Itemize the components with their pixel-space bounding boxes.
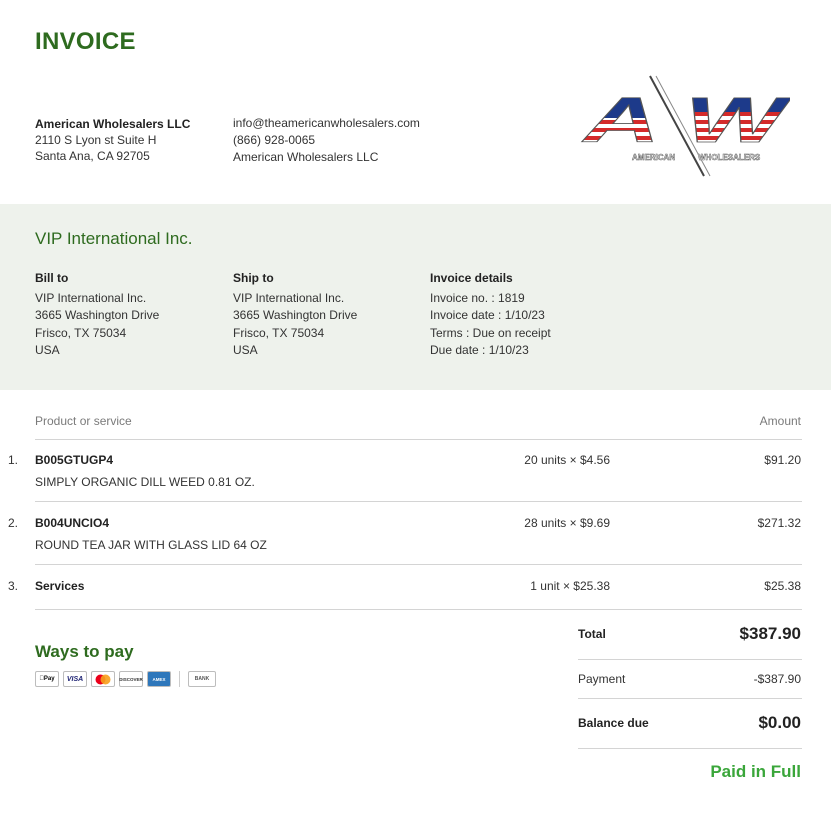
- invoice-details: Invoice details Invoice no. : 1819 Invoi…: [430, 270, 551, 360]
- summary-divider: [578, 659, 802, 660]
- ways-to-pay-title: Ways to pay: [35, 642, 134, 661]
- visa-icon: VISA: [63, 671, 87, 687]
- row-amount: $271.32: [757, 516, 801, 530]
- invoice-terms: Terms : Due on receipt: [430, 325, 551, 340]
- discover-icon: DISCOVER: [119, 671, 143, 687]
- ship-to-name: VIP International Inc.: [233, 290, 345, 305]
- summary-divider: [578, 748, 802, 749]
- row-amount: $91.20: [764, 453, 801, 467]
- ship-to-country: USA: [233, 343, 258, 357]
- seller-phone: (866) 928-0065: [233, 133, 316, 147]
- payment-methods: Pay VISA DISCOVER AMEX BANK: [35, 671, 216, 687]
- ship-to-label: Ship to: [233, 271, 274, 285]
- column-header-amount: Amount: [759, 414, 801, 428]
- row-quantity: 20 units × $4.56: [524, 453, 610, 467]
- mastercard-icon: [91, 671, 115, 687]
- svg-text:A W: A W: [581, 84, 790, 156]
- bill-to-name: VIP International Inc.: [35, 290, 147, 305]
- header-divider: [35, 439, 802, 440]
- client-name: VIP International Inc.: [35, 229, 193, 248]
- logo-tagline-left: AMERICAN: [632, 153, 675, 162]
- ship-to: Ship to VIP International Inc. 3665 Wash…: [233, 270, 357, 360]
- apple-pay-icon: Pay: [35, 671, 59, 687]
- payment-label: Payment: [578, 672, 626, 686]
- bank-icon: BANK: [188, 671, 216, 687]
- ship-to-street: 3665 Washington Drive: [233, 308, 358, 322]
- bill-to: Bill to VIP International Inc. 3665 Wash…: [35, 270, 159, 360]
- invoice-date: Invoice date : 1/10/23: [430, 308, 545, 322]
- table-bottom-divider: [35, 609, 802, 610]
- row-sku: B005GTUGP4: [35, 453, 114, 467]
- invoice-title: INVOICE: [35, 28, 136, 55]
- row-sku: B004UNCIO4: [35, 516, 110, 530]
- amex-icon: AMEX: [147, 671, 171, 687]
- row-amount: $25.38: [764, 579, 801, 593]
- invoice-details-label: Invoice details: [430, 271, 513, 285]
- payment-separator: [179, 671, 180, 687]
- row-divider: [35, 564, 802, 565]
- row-number: 3.: [8, 579, 19, 593]
- seller-address: American Wholesalers LLC 2110 S Lyon st …: [35, 116, 190, 164]
- invoice-due-date: Due date : 1/10/23: [430, 343, 529, 357]
- paid-status: Paid in Full: [710, 762, 801, 781]
- seller-email: info@theamericanwholesalers.com: [233, 116, 420, 130]
- row-number: 2.: [8, 516, 19, 530]
- bill-to-label: Bill to: [35, 271, 69, 285]
- bill-to-country: USA: [35, 343, 60, 357]
- total-label: Total: [578, 627, 606, 641]
- column-header-product: Product or service: [35, 414, 132, 428]
- summary-divider: [578, 698, 802, 699]
- client-section: VIP International Inc. Bill to VIP Inter…: [0, 204, 831, 390]
- row-description: SIMPLY ORGANIC DILL WEED 0.81 OZ.: [35, 475, 255, 489]
- row-sku: Services: [35, 579, 85, 593]
- logo-tagline-right: WHOLESALERS: [698, 153, 761, 162]
- row-quantity: 28 units × $9.69: [524, 516, 610, 530]
- mastercard-circles-icon: [95, 674, 111, 684]
- seller-name: American Wholesalers LLC: [35, 117, 191, 131]
- row-number: 1.: [8, 453, 19, 467]
- company-logo: A W A W AMERICAN WHOLESALERS: [580, 72, 792, 180]
- row-divider: [35, 501, 802, 502]
- balance-due-value: $0.00: [758, 713, 801, 732]
- row-description: ROUND TEA JAR WITH GLASS LID 64 OZ: [35, 538, 267, 552]
- payment-value: -$387.90: [753, 672, 801, 686]
- bill-to-city: Frisco, TX 75034: [35, 325, 127, 340]
- aw-logo-icon: A W A W AMERICAN WHOLESALERS: [580, 75, 792, 177]
- bill-to-street: 3665 Washington Drive: [35, 308, 160, 322]
- apple-pay-label: Pay: [41, 676, 55, 682]
- seller-contact: info@theamericanwholesalers.com (866) 92…: [233, 115, 420, 166]
- row-quantity: 1 unit × $25.38: [530, 579, 610, 593]
- ship-to-city: Frisco, TX 75034: [233, 325, 325, 340]
- total-value: $387.90: [739, 624, 801, 643]
- balance-due-label: Balance due: [578, 716, 649, 730]
- seller-address-line2: Santa Ana, CA 92705: [35, 149, 150, 163]
- seller-address-line1: 2110 S Lyon st Suite H: [35, 133, 157, 147]
- invoice-number: Invoice no. : 1819: [430, 290, 525, 305]
- seller-company: American Wholesalers LLC: [233, 150, 379, 164]
